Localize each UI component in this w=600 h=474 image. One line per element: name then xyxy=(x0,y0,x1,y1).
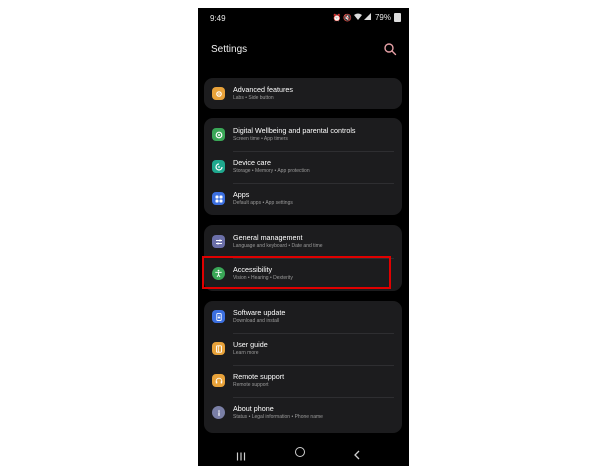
apps-grid-icon xyxy=(212,192,225,205)
page-title: Settings xyxy=(211,44,248,55)
device-care-icon xyxy=(212,160,225,173)
settings-group-2: Digital Wellbeing and parental controls … xyxy=(204,118,402,215)
settings-group-4: Software update Download and install Use… xyxy=(204,301,402,433)
title-row: Settings xyxy=(198,38,409,62)
item-subtitle: Screen time • App timers xyxy=(233,136,288,142)
mute-icon: 🔇 xyxy=(343,14,352,22)
item-title: Digital Wellbeing and parental controls xyxy=(233,126,356,135)
back-button[interactable] xyxy=(353,447,361,460)
item-subtitle: Status • Legal information • Phone name xyxy=(233,414,323,420)
search-button[interactable] xyxy=(383,42,397,56)
item-title: Device care xyxy=(233,158,271,167)
headset-icon xyxy=(212,374,225,387)
user-guide-icon xyxy=(212,342,225,355)
item-subtitle: Default apps • App settings xyxy=(233,200,293,206)
item-subtitle: Remote support xyxy=(233,382,269,388)
highlight-box xyxy=(202,256,391,289)
item-title: Advanced features xyxy=(233,85,293,94)
item-title: Apps xyxy=(233,190,250,199)
recents-button[interactable] xyxy=(236,448,246,461)
item-title: General management xyxy=(233,233,303,242)
settings-item-remote-support[interactable]: Remote support Remote support xyxy=(204,365,402,397)
settings-item-general-management[interactable]: General management Language and keyboard… xyxy=(204,226,402,258)
settings-item-user-guide[interactable]: User guide Learn more xyxy=(204,333,402,365)
gear-plus-icon xyxy=(212,87,225,100)
item-title: Software update xyxy=(233,308,286,317)
settings-item-about-phone[interactable]: About phone Status • Legal information •… xyxy=(204,397,402,429)
item-subtitle: Language and keyboard • Date and time xyxy=(233,243,323,249)
item-subtitle: Labs • Side button xyxy=(233,95,274,101)
item-subtitle: Storage • Memory • App protection xyxy=(233,168,310,174)
sliders-icon xyxy=(212,235,225,248)
wifi-icon xyxy=(353,13,362,22)
battery-icon xyxy=(394,13,401,22)
signal-icon xyxy=(363,13,371,22)
item-title: About phone xyxy=(233,404,274,413)
software-update-icon xyxy=(212,310,225,323)
item-title: User guide xyxy=(233,340,268,349)
settings-item-advanced-features[interactable]: Advanced features Labs • Side button xyxy=(204,78,402,110)
navigation-bar xyxy=(198,440,409,466)
settings-group-1: Advanced features Labs • Side button xyxy=(204,78,402,109)
back-icon xyxy=(354,450,360,460)
status-bar: 9:49 ⏰ 🔇 79% xyxy=(198,8,409,30)
settings-item-software-update[interactable]: Software update Download and install xyxy=(204,301,402,333)
info-icon xyxy=(212,406,225,419)
battery-percent: 79% xyxy=(374,13,391,22)
home-button[interactable] xyxy=(295,447,305,457)
item-title: Remote support xyxy=(233,372,285,381)
settings-item-device-care[interactable]: Device care Storage • Memory • App prote… xyxy=(204,151,402,183)
status-time: 9:49 xyxy=(210,14,226,23)
settings-item-apps[interactable]: Apps Default apps • App settings xyxy=(204,183,402,215)
item-subtitle: Learn more xyxy=(233,350,259,356)
phone-screen: 9:49 ⏰ 🔇 79% Settings Advanced features … xyxy=(198,8,409,466)
status-icons: ⏰ 🔇 79% xyxy=(333,13,401,22)
item-subtitle: Download and install xyxy=(233,318,280,324)
settings-item-digital-wellbeing[interactable]: Digital Wellbeing and parental controls … xyxy=(204,119,402,151)
alarm-icon: ⏰ xyxy=(332,14,342,22)
wellbeing-icon xyxy=(212,128,225,141)
search-icon xyxy=(384,43,397,56)
recents-icon xyxy=(236,452,246,461)
